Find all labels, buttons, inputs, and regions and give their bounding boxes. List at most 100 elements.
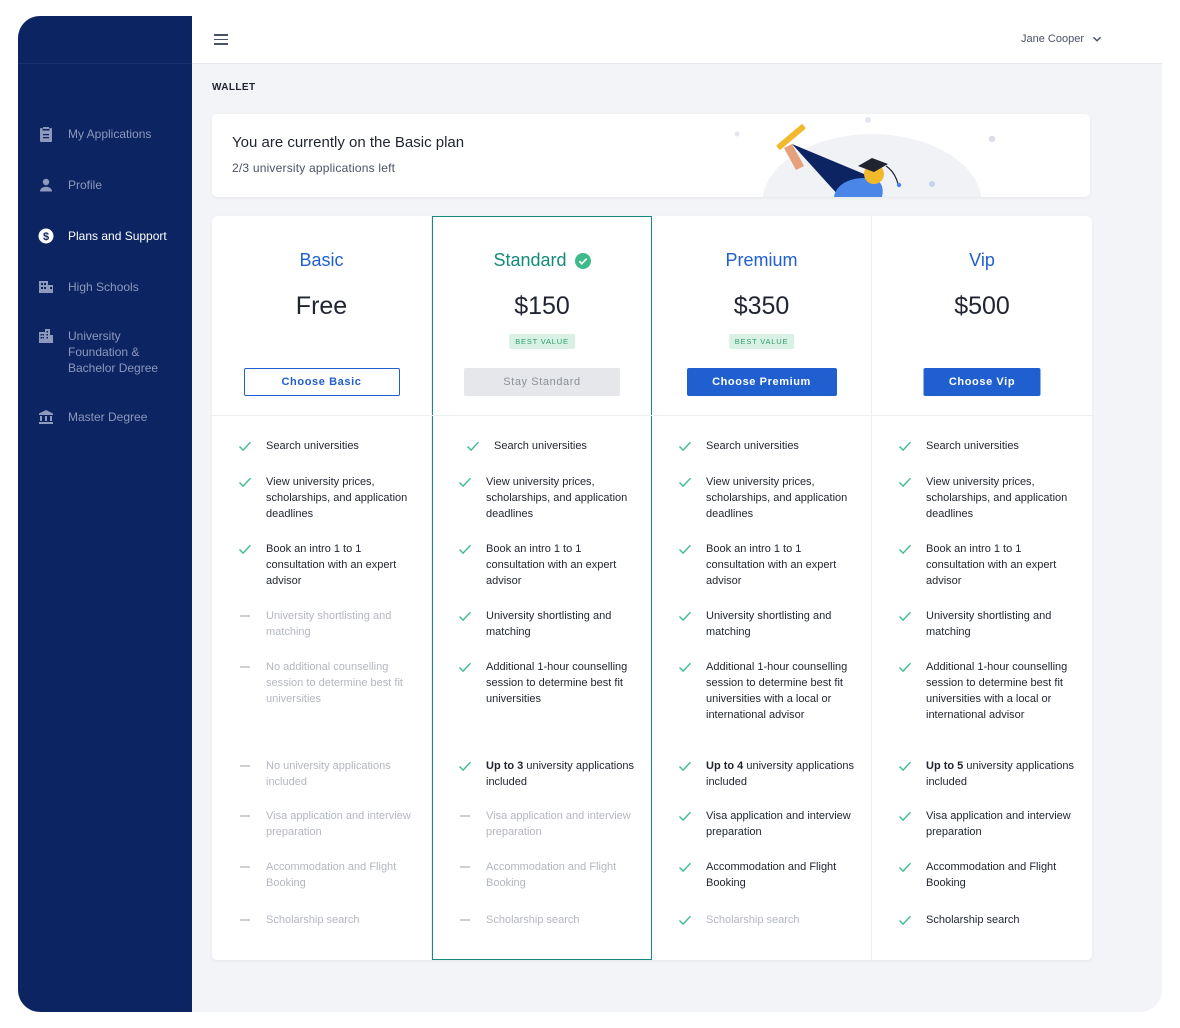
- feature-text: Accommodation and Flight Booking: [926, 861, 1057, 889]
- sidebar-nav: My Applications Profile $ Plans and Supp…: [18, 126, 192, 425]
- feature-text: No additional counselling session to det…: [266, 661, 403, 705]
- check-icon: [898, 660, 912, 674]
- feature-text: Search universities: [494, 440, 587, 452]
- plan-price: $350: [733, 292, 790, 320]
- check-icon: [898, 809, 912, 823]
- sidebar-item-my-applications[interactable]: My Applications: [18, 126, 192, 177]
- feature-text: Scholarship search: [266, 914, 360, 926]
- plan-header: Vip $500 Choose Vip: [872, 216, 1092, 416]
- feature-list: Search universities View university price…: [212, 416, 431, 926]
- plan-name: Premium: [652, 250, 871, 271]
- feature-item: Book an intro 1 to 1 consultation with a…: [652, 541, 871, 589]
- check-icon: [678, 475, 692, 489]
- sidebar-item-label: High Schools: [68, 280, 139, 294]
- check-icon: [678, 809, 692, 823]
- feature-text: Search universities: [706, 440, 799, 452]
- plan-name-label: Premium: [725, 250, 798, 270]
- feature-text: University shortlisting and matching: [926, 610, 1052, 638]
- feature-text: University shortlisting and matching: [706, 610, 832, 638]
- check-icon: [898, 860, 912, 874]
- feature-text: University shortlisting and matching: [486, 610, 612, 638]
- feature-item: Scholarship search: [432, 912, 652, 928]
- stay-standard-button[interactable]: Stay Standard: [464, 368, 620, 396]
- feature-item: Up to 4 university applications included: [652, 758, 871, 790]
- feature-text: View university prices, scholarships, an…: [706, 476, 848, 520]
- plan-header: Standard $150 BEST VALUE Stay Standard: [432, 216, 652, 416]
- bank-icon: [38, 409, 54, 425]
- sidebar-item-high-schools[interactable]: High Schools: [18, 279, 192, 328]
- feature-item: Visa application and interview preparati…: [432, 808, 652, 840]
- sidebar-item-university-foundation[interactable]: University Foundation & Bachelor Degree: [18, 328, 192, 409]
- feature-item: Visa application and interview preparati…: [212, 808, 431, 840]
- feature-item: Up to 3 university applications included: [432, 758, 652, 790]
- choose-vip-button[interactable]: Choose Vip: [923, 368, 1041, 396]
- best-value-badge: BEST VALUE: [728, 334, 795, 349]
- plan-column-standard: Standard $150 BEST VALUE Stay Standard Searc…: [432, 216, 652, 960]
- current-plan-banner: You are currently on the Basic plan 2/3 …: [212, 114, 1090, 197]
- feature-item: No university applications included: [212, 758, 431, 790]
- feature-highlight: Up to 4: [706, 760, 744, 772]
- page-title: WALLET: [212, 82, 256, 93]
- feature-item: Accommodation and Flight Booking: [432, 859, 652, 891]
- feature-item: Additional 1-hour counselling session to…: [872, 659, 1092, 723]
- check-circle-icon: [574, 252, 591, 269]
- feature-item: Search universities: [872, 438, 1092, 454]
- graduate-illustration: [734, 117, 996, 197]
- plan-price: $150: [514, 292, 570, 320]
- plan-column-vip: Vip $500 Choose Vip Search universities View…: [872, 216, 1092, 960]
- feature-item: Accommodation and Flight Booking: [652, 859, 871, 891]
- feature-text: Search universities: [926, 440, 1019, 452]
- feature-item: Book an intro 1 to 1 consultation with a…: [212, 541, 431, 589]
- feature-text: Up to 5 university applications included: [926, 758, 1080, 790]
- sidebar-item-master-degree[interactable]: Master Degree: [18, 409, 192, 425]
- check-icon: [898, 439, 912, 453]
- person-icon: [38, 177, 54, 193]
- feature-item: Scholarship search: [872, 912, 1092, 928]
- choose-premium-button[interactable]: Choose Premium: [686, 368, 837, 396]
- dash-icon: [238, 609, 252, 623]
- check-icon: [678, 759, 692, 773]
- feature-highlight: Up to 3: [486, 760, 524, 772]
- check-icon: [898, 759, 912, 773]
- feature-text: View university prices, scholarships, an…: [926, 476, 1068, 520]
- feature-item: Additional 1-hour counselling session to…: [652, 659, 871, 723]
- feature-item: Scholarship search: [652, 912, 871, 928]
- choose-basic-button[interactable]: Choose Basic: [243, 368, 400, 396]
- sidebar-item-label: Plans and Support: [68, 229, 167, 243]
- feature-list: Search universities View university price…: [652, 416, 871, 926]
- feature-item: Search universities: [212, 438, 431, 454]
- plan-header: Basic Free Choose Basic: [212, 216, 431, 416]
- check-icon: [458, 542, 472, 556]
- city-icon: [38, 328, 54, 344]
- dash-icon: [238, 809, 252, 823]
- feature-item: Accommodation and Flight Booking: [872, 859, 1092, 891]
- feature-text: Additional 1-hour counselling session to…: [486, 661, 628, 705]
- building-icon: [38, 279, 54, 295]
- check-icon: [458, 475, 472, 489]
- plan-column-basic: Basic Free Choose Basic Search universities…: [212, 216, 432, 960]
- top-bar: Jane Cooper: [192, 16, 1162, 64]
- sidebar-item-label: Master Degree: [68, 410, 148, 424]
- user-menu[interactable]: Jane Cooper: [1021, 33, 1102, 45]
- plan-name-label: Vip: [969, 250, 995, 270]
- feature-item: Additional 1-hour counselling session to…: [432, 659, 652, 707]
- sidebar-item-profile[interactable]: Profile: [18, 177, 192, 228]
- dash-icon: [458, 860, 472, 874]
- sidebar-item-plans-and-support[interactable]: $ Plans and Support: [18, 228, 192, 279]
- hamburger-menu-icon[interactable]: [214, 34, 228, 45]
- pricing-table: Basic Free Choose Basic Search universities…: [212, 216, 1092, 960]
- check-icon: [458, 609, 472, 623]
- feature-item: Scholarship search: [212, 912, 431, 928]
- feature-text: Visa application and interview preparati…: [266, 810, 411, 838]
- feature-text: Accommodation and Flight Booking: [266, 861, 397, 889]
- dash-icon: [238, 759, 252, 773]
- banner-subtitle: 2/3 university applications left: [232, 161, 396, 175]
- feature-text: Visa application and interview preparati…: [706, 810, 851, 838]
- feature-item: Search universities: [432, 438, 652, 454]
- feature-text: Visa application and interview preparati…: [486, 810, 631, 838]
- plan-price: Free: [295, 292, 348, 320]
- feature-text: Book an intro 1 to 1 consultation with a…: [706, 543, 837, 587]
- feature-item: University shortlisting and matching: [652, 608, 871, 640]
- banner-title: You are currently on the Basic plan: [232, 134, 465, 151]
- feature-text: No university applications included: [266, 760, 391, 788]
